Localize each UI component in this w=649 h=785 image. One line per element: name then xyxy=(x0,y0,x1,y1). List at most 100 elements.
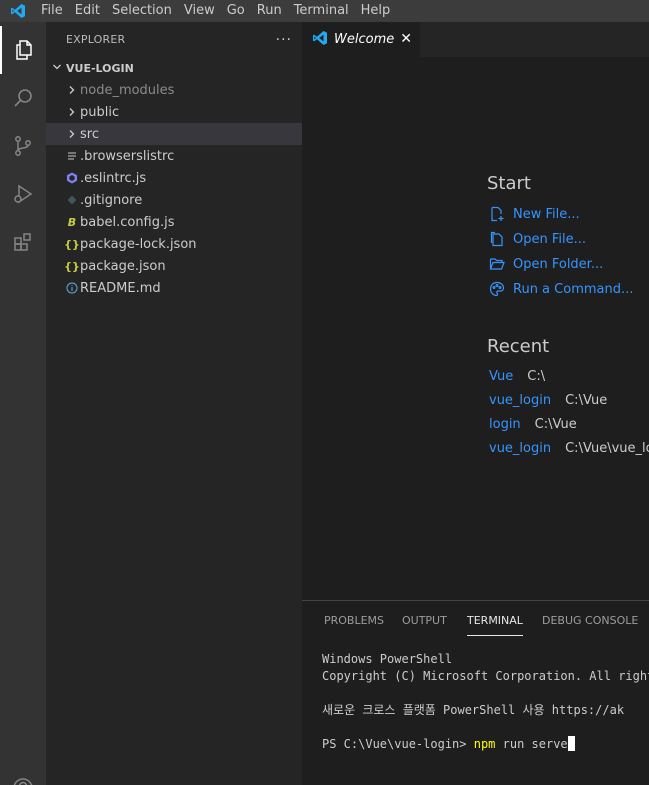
eslint-icon xyxy=(64,172,80,184)
recent-item-name[interactable]: vue_login xyxy=(489,393,551,408)
git-icon xyxy=(64,195,80,205)
terminal-output[interactable]: Windows PowerShell Copyright (C) Microso… xyxy=(322,651,649,753)
terminal-line: Copyright (C) Microsoft Corporation. All… xyxy=(322,669,649,683)
terminal-cursor xyxy=(567,736,575,751)
menu-edit[interactable]: Edit xyxy=(69,0,106,22)
tree-item-label: babel.config.js xyxy=(80,214,175,230)
terminal-line: Windows PowerShell xyxy=(322,652,453,666)
explorer-icon[interactable] xyxy=(0,26,46,74)
chevron-down-icon xyxy=(52,62,66,75)
tree-item-label: node_modules xyxy=(80,82,175,98)
tab-output[interactable]: OUTPUT xyxy=(402,614,447,627)
account-icon[interactable] xyxy=(0,764,46,785)
tree-item-label: .gitignore xyxy=(80,192,143,208)
open-folder-label: Open Folder... xyxy=(513,256,604,272)
folder-title: VUE-LOGIN xyxy=(66,61,134,75)
tree-item-label: .browserslistrc xyxy=(80,148,175,164)
close-icon[interactable]: ✕ xyxy=(400,31,412,47)
new-file-link[interactable]: New File... xyxy=(489,204,580,224)
more-actions-icon[interactable]: ··· xyxy=(276,32,292,48)
recent-item-path: C:\Vue\vue_logi xyxy=(565,440,649,456)
recent-item-name[interactable]: vue_login xyxy=(489,441,551,456)
tree-item-readme[interactable]: README.md xyxy=(46,277,302,299)
json-icon: {} xyxy=(64,237,80,251)
welcome-page: Start New File... Open File... Open Fold… xyxy=(302,57,649,600)
tab-problems[interactable]: PROBLEMS xyxy=(324,614,384,627)
extensions-icon[interactable] xyxy=(0,218,46,266)
recent-item-path: C:\ xyxy=(527,368,546,384)
tree-item-eslintrc[interactable]: .eslintrc.js xyxy=(46,167,302,189)
recent-item-name[interactable]: login xyxy=(489,417,521,432)
explorer-title: EXPLORER xyxy=(66,33,126,46)
new-file-label: New File... xyxy=(513,206,580,222)
search-icon[interactable] xyxy=(0,74,46,122)
lines-icon xyxy=(64,151,80,161)
recent-item[interactable]: Vue C:\ xyxy=(489,366,545,386)
tree-item-babel-config[interactable]: B babel.config.js xyxy=(46,211,302,233)
run-command-link[interactable]: Run a Command... xyxy=(489,279,633,299)
editor-tab-bar: Welcome ✕ xyxy=(302,22,649,57)
tree-item-label: src xyxy=(80,126,99,142)
folder-header[interactable]: VUE-LOGIN xyxy=(46,57,302,79)
recent-heading: Recent xyxy=(487,336,550,357)
menu-terminal[interactable]: Terminal xyxy=(288,0,355,22)
start-heading: Start xyxy=(487,173,531,194)
run-debug-icon[interactable] xyxy=(0,170,46,218)
chevron-right-icon xyxy=(64,107,80,117)
panel-tabs: PROBLEMS OUTPUT TERMINAL DEBUG CONSOLE xyxy=(302,601,649,639)
tab-welcome[interactable]: Welcome ✕ xyxy=(302,22,420,57)
chevron-right-icon xyxy=(64,129,80,139)
explorer-header: EXPLORER ··· xyxy=(46,22,302,57)
menu-selection[interactable]: Selection xyxy=(106,0,178,22)
tree-item-label: package-lock.json xyxy=(80,236,197,252)
palette-icon xyxy=(489,281,507,297)
folder-icon xyxy=(489,256,507,272)
open-file-icon xyxy=(489,231,507,247)
tree-item-label: .eslintrc.js xyxy=(80,170,147,186)
tree-item-node-modules[interactable]: node_modules xyxy=(46,79,302,101)
recent-item[interactable]: vue_login C:\Vue xyxy=(489,390,607,410)
terminal-command-args: run serve xyxy=(495,737,568,751)
json-icon: {} xyxy=(64,259,80,273)
tree-item-gitignore[interactable]: .gitignore xyxy=(46,189,302,211)
terminal-prompt: PS C:\Vue\vue-login> xyxy=(322,737,474,751)
recent-item-path: C:\Vue xyxy=(565,392,608,408)
tree-item-browserslistrc[interactable]: .browserslistrc xyxy=(46,145,302,167)
source-control-icon[interactable] xyxy=(0,122,46,170)
menu-view[interactable]: View xyxy=(178,0,221,22)
activity-bar xyxy=(0,22,46,785)
babel-icon: B xyxy=(67,215,77,229)
menu-bar: File Edit Selection View Go Run Terminal… xyxy=(0,0,649,22)
tree-item-src[interactable]: src xyxy=(46,123,302,145)
recent-item-path: C:\Vue xyxy=(534,416,577,432)
menu-help[interactable]: Help xyxy=(355,0,397,22)
chevron-right-icon xyxy=(64,85,80,95)
open-file-link[interactable]: Open File... xyxy=(489,229,586,249)
open-folder-link[interactable]: Open Folder... xyxy=(489,254,603,274)
recent-item-name[interactable]: Vue xyxy=(489,369,513,384)
menu-file[interactable]: File xyxy=(35,0,69,22)
bottom-panel: PROBLEMS OUTPUT TERMINAL DEBUG CONSOLE W… xyxy=(302,600,649,785)
vscode-logo-icon xyxy=(312,30,328,50)
tree-item-label: README.md xyxy=(80,280,161,296)
tree-item-label: package.json xyxy=(80,258,166,274)
terminal-line: 새로운 크로스 플랫폼 PowerShell 사용 https://ak xyxy=(322,703,625,717)
tree-item-label: public xyxy=(80,104,120,120)
tab-label: Welcome xyxy=(334,32,395,47)
terminal-command-keyword: npm xyxy=(473,737,496,751)
vscode-logo-icon xyxy=(0,0,35,22)
tab-terminal[interactable]: TERMINAL xyxy=(467,614,523,636)
explorer-sidebar: EXPLORER ··· VUE-LOGIN node_modules publ… xyxy=(46,22,302,785)
open-file-label: Open File... xyxy=(513,231,587,247)
new-file-icon xyxy=(489,206,507,222)
tree-item-package-json[interactable]: {} package.json xyxy=(46,255,302,277)
run-command-label: Run a Command... xyxy=(513,281,634,297)
menu-go[interactable]: Go xyxy=(221,0,251,22)
tree-item-package-lock[interactable]: {} package-lock.json xyxy=(46,233,302,255)
recent-item[interactable]: vue_login C:\Vue\vue_logi xyxy=(489,438,649,458)
tree-item-public[interactable]: public xyxy=(46,101,302,123)
recent-item[interactable]: login C:\Vue xyxy=(489,414,577,434)
info-icon xyxy=(64,282,80,294)
tab-debug-console[interactable]: DEBUG CONSOLE xyxy=(542,614,638,627)
menu-run[interactable]: Run xyxy=(251,0,288,22)
